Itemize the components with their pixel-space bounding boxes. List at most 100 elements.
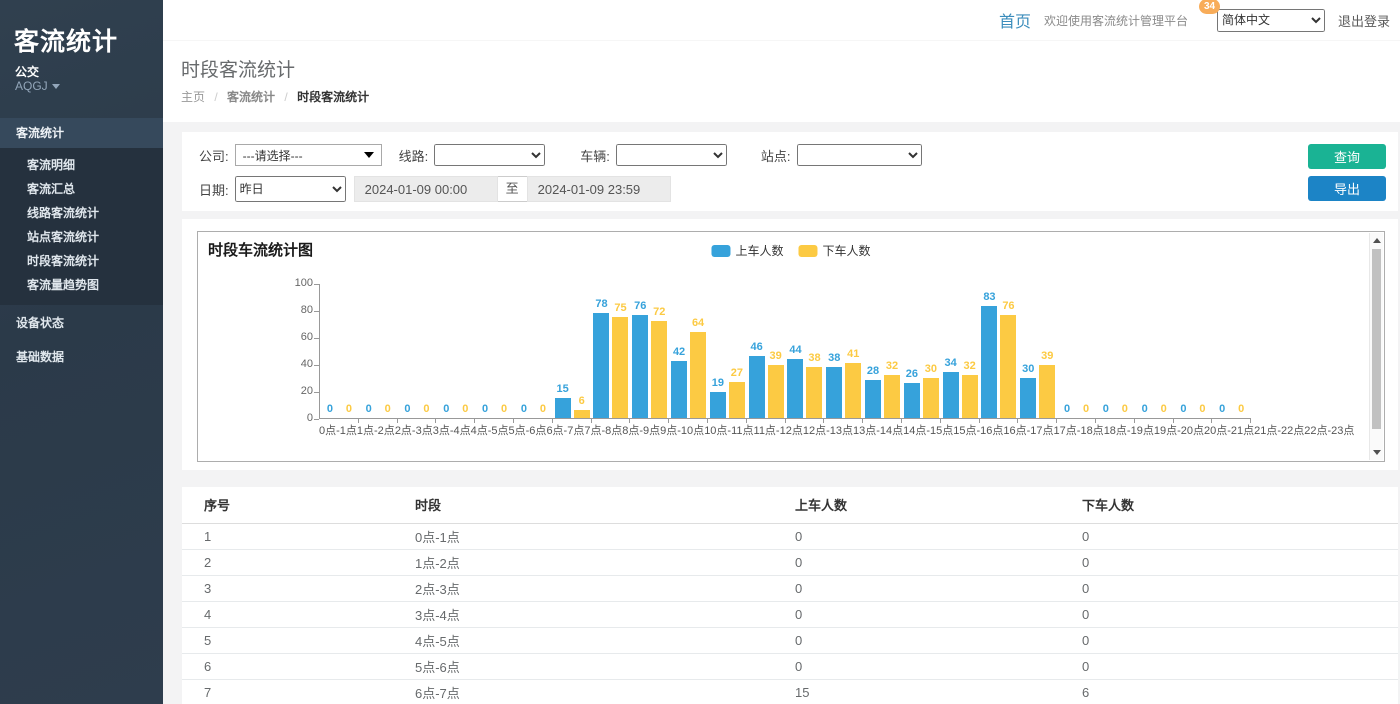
bar-value-label: 0 [1180,403,1186,415]
table-cell: 0 [795,523,1082,549]
x-axis-label: 1点-2点 [357,422,395,438]
language-select-wrap: 34 简体中文 [1217,9,1325,32]
sidebar-subitem[interactable]: 客流量趋势图 [0,273,163,297]
x-axis-label: 7点-8点 [584,422,622,438]
bar-value-label: 0 [346,403,352,415]
export-button[interactable]: 导出 [1308,176,1386,201]
table-cell: 1点-2点 [415,549,795,575]
bar-value-label: 75 [614,302,626,314]
scrollbar-thumb[interactable] [1372,249,1381,429]
legend-label: 上车人数 [735,242,783,259]
bar-value-label: 32 [886,360,898,372]
x-axis-label: 10点-11点 [704,422,753,438]
bar-value-label: 0 [1083,403,1089,415]
table-cell: 0 [795,627,1082,653]
x-axis-label: 3点-4点 [433,422,471,438]
station-select[interactable] [797,144,922,166]
bar-group: 00 [1057,284,1096,418]
bar-group: 15 6 [553,284,592,418]
column-header: 下车人数 [1082,487,1398,523]
bar-value-label: 0 [404,403,410,415]
bar-value-label: 46 [751,341,763,353]
breadcrumb-section[interactable]: 客流统计 [227,90,275,104]
sidebar-item-passenger-stats[interactable]: 客流统计 [0,118,163,148]
chart-title: 时段车流统计图 [208,239,313,260]
x-axis-label: 17点-18点 [1054,422,1104,438]
bar: 44 [787,359,803,418]
bar-value-label: 0 [366,403,372,415]
bar: 30 [1020,378,1036,419]
table-row: 65点-6点00 [182,653,1398,679]
date-start-input[interactable] [354,176,498,202]
nav-home-link[interactable]: 首页 [999,8,1031,32]
table-row: 10点-1点00 [182,523,1398,549]
bar: 15 [555,398,571,418]
table-cell: 0点-1点 [415,523,795,549]
bar-value-label: 0 [1122,403,1128,415]
y-axis-label: 40 [273,358,313,370]
bar: 32 [962,375,978,418]
x-axis-label: 6点-7点 [546,422,584,438]
logout-link[interactable]: 退出登录 [1338,11,1390,30]
date-end-input[interactable] [527,176,671,202]
date-preset-select[interactable]: 昨日 [235,176,346,202]
y-axis-tick [314,311,319,312]
bar-value-label: 72 [653,306,665,318]
legend-item-boarding[interactable]: 上车人数 [711,242,783,259]
scroll-up-icon[interactable] [1373,238,1381,243]
scroll-down-icon[interactable] [1373,450,1381,455]
sidebar-subitem[interactable]: 客流明细 [0,153,163,177]
bar-value-label: 0 [1219,403,1225,415]
table-row: 54点-5点00 [182,627,1398,653]
chart-scrollbar[interactable] [1369,233,1383,460]
sidebar-subitem[interactable]: 线路客流统计 [0,201,163,225]
company-dropdown[interactable]: ---请选择--- [235,144,382,166]
y-axis-label: 0 [273,412,313,424]
bar-group: 2832 [863,284,902,418]
bar-group: 4438 [786,284,825,418]
sidebar-item[interactable]: 基础数据 [0,341,163,373]
data-table: 序号时段上车人数下车人数 10点-1点0021点-2点0032点-3点0043点… [182,487,1398,704]
breadcrumb-home[interactable]: 主页 [181,90,205,104]
table-cell: 5点-6点 [415,653,795,679]
notification-badge[interactable]: 34 [1199,0,1220,14]
query-button[interactable]: 查询 [1308,144,1386,169]
vehicle-select[interactable] [616,144,727,166]
chart-xlabels: 0点-1点1点-2点2点-3点3点-4点4点-5点5点-6点6点-7点7点-8点… [319,422,1251,438]
language-select[interactable]: 简体中文 [1217,9,1325,32]
bar-value-label: 6 [579,395,585,407]
y-axis-label: 60 [273,331,313,343]
bar-group: 00 [398,284,437,418]
sidebar-subitem[interactable]: 时段客流统计 [0,249,163,273]
table-cell: 0 [1082,549,1398,575]
breadcrumb-separator: / [284,90,287,104]
vehicle-label: 车辆: [580,146,610,165]
bar-value-label: 0 [327,403,333,415]
bar: 38 [826,367,842,418]
legend-item-alighting[interactable]: 下车人数 [799,242,871,259]
sidebar-subitem[interactable]: 站点客流统计 [0,225,163,249]
company-dropdown-value: ---请选择--- [243,147,303,164]
org-selector[interactable]: AQGJ [15,79,60,93]
x-axis-label: 9点-10点 [660,422,704,438]
bar: 39 [768,365,784,418]
bar-value-label: 0 [443,403,449,415]
table-row: 21点-2点00 [182,549,1398,575]
line-select[interactable] [434,144,545,166]
bar-group: 38 41 [824,284,863,418]
table-cell: 4点-5点 [415,627,795,653]
table-cell: 6 [1082,679,1398,704]
breadcrumb-separator: / [214,90,217,104]
main-content: 公司: ---请选择--- 线路: 车辆: 站点: 日期: 昨日 至 查询 导出 [163,122,1400,704]
sidebar-subitem[interactable]: 客流汇总 [0,177,163,201]
bar: 39 [1039,365,1055,418]
bar-value-label: 41 [847,348,859,360]
welcome-text: 欢迎使用客流统计管理平台 [1044,12,1188,29]
x-axis-label: 14点-15点 [903,422,953,438]
sidebar-item[interactable]: 设备状态 [0,307,163,339]
table-cell: 0 [795,575,1082,601]
bar: 19 [710,392,726,418]
bar: 38 [806,367,822,418]
bar: 64 [690,332,706,418]
bar-value-label: 64 [692,317,704,329]
